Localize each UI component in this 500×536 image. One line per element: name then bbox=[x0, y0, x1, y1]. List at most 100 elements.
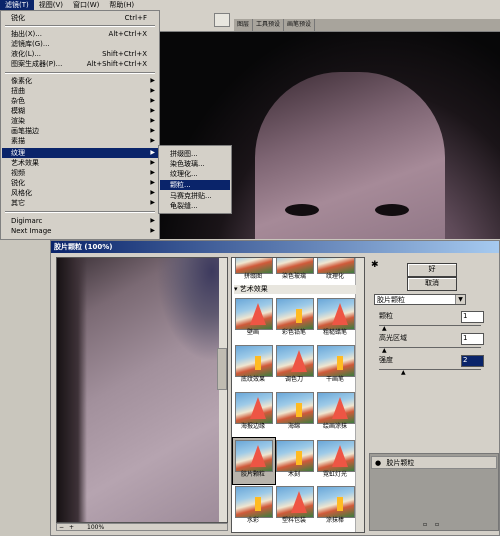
menu-item-artistic[interactable]: 艺术效果 ▶ bbox=[2, 158, 158, 168]
preview-scroll-thumb[interactable] bbox=[217, 348, 227, 390]
thumb-label: 海报边缘 bbox=[240, 423, 265, 430]
palette-toggle-button[interactable] bbox=[214, 13, 230, 27]
thumb-palette-knife[interactable] bbox=[276, 345, 314, 377]
intensity-slider[interactable] bbox=[379, 369, 481, 370]
zoom-bar: − + 100% bbox=[56, 523, 228, 531]
thumb-fresco[interactable] bbox=[235, 298, 273, 330]
thumb-label: 木刻 bbox=[287, 471, 300, 478]
intensity-slider-knob[interactable]: ▲ bbox=[401, 370, 406, 376]
submenu-item-patchwork[interactable]: 拼缀图... bbox=[160, 149, 230, 159]
highlight-area-slider-knob[interactable]: ▲ bbox=[382, 348, 387, 354]
menu-item-video[interactable]: 视频 ▶ bbox=[2, 168, 158, 178]
menu-item-noise[interactable]: 杂色 ▶ bbox=[2, 96, 158, 106]
tab-tool-presets[interactable]: 工具预设 bbox=[253, 19, 285, 31]
filter-select-value: 胶片颗粒 bbox=[377, 296, 405, 304]
menu-item-stylize[interactable]: 风格化 ▶ bbox=[2, 188, 158, 198]
thumb-label: 粗糙蜡笔 bbox=[322, 329, 347, 336]
menu-item-extract[interactable]: 抽出(X)... Alt+Ctrl+X bbox=[2, 29, 158, 39]
menu-item-distort[interactable]: 扭曲 ▶ bbox=[2, 86, 158, 96]
thumb-smudge-stick[interactable] bbox=[317, 486, 355, 518]
texture-submenu: 拼缀图... 染色玻璃... 纹理化... 颗粒... 马赛克拼贴... 龟裂缝… bbox=[158, 145, 232, 214]
thumb-film-grain[interactable] bbox=[235, 440, 273, 472]
eye-icon[interactable]: ● bbox=[372, 459, 384, 467]
thumb-cutout[interactable] bbox=[276, 440, 314, 472]
zoom-out-button[interactable]: − bbox=[59, 524, 64, 531]
menu-item-render[interactable]: 渲染 ▶ bbox=[2, 116, 158, 126]
menu-filter[interactable]: 滤镜(T) bbox=[0, 0, 34, 10]
menu-item-other[interactable]: 其它 ▶ bbox=[2, 198, 158, 208]
zoom-in-button[interactable]: + bbox=[69, 524, 74, 531]
ok-button[interactable]: 好 bbox=[407, 263, 457, 277]
thumb-poster-edges[interactable] bbox=[235, 392, 273, 424]
menu-item-label: 抽出(X)... bbox=[11, 30, 42, 38]
menu-item-digimarc[interactable]: Digimarc ▶ bbox=[2, 216, 158, 226]
thumb-sponge[interactable] bbox=[276, 392, 314, 424]
thumb-stained-glass[interactable] bbox=[276, 258, 314, 274]
preview-scrollbar[interactable] bbox=[217, 258, 227, 522]
submenu-arrow-icon: ▶ bbox=[150, 117, 155, 124]
thumb-watercolor[interactable] bbox=[235, 486, 273, 518]
menu-item-blur[interactable]: 模糊 ▶ bbox=[2, 106, 158, 116]
thumb-plastic-wrap[interactable] bbox=[276, 486, 314, 518]
highlight-area-value-input[interactable]: 1 bbox=[461, 333, 484, 345]
menu-item-label: 龟裂缝... bbox=[170, 202, 198, 210]
thumb-dry-brush[interactable] bbox=[317, 345, 355, 377]
thumb-patchwork[interactable] bbox=[235, 258, 273, 274]
menu-item-sharpen[interactable]: 锐化 ▶ bbox=[2, 178, 158, 188]
submenu-item-craquelure[interactable]: 龟裂缝... bbox=[160, 201, 230, 211]
submenu-arrow-icon: ▶ bbox=[150, 189, 155, 196]
grain-value-input[interactable]: 1 bbox=[461, 311, 484, 323]
category-header-artistic[interactable]: ▾ 艺术效果 bbox=[234, 285, 356, 294]
submenu-arrow-icon: ▶ bbox=[150, 199, 155, 206]
tab-layers[interactable]: 图层 bbox=[234, 19, 254, 31]
menu-window[interactable]: 窗口(W) bbox=[68, 0, 104, 10]
thumb-colored-pencil[interactable] bbox=[276, 298, 314, 330]
menu-item-last-filter[interactable]: 锐化 Ctrl+F bbox=[2, 13, 158, 23]
gallery-scrollbar[interactable] bbox=[355, 258, 364, 532]
menu-item-liquify[interactable]: 液化(L)... Shift+Ctrl+X bbox=[2, 49, 158, 59]
chevron-down-icon[interactable]: ▼ bbox=[455, 295, 465, 304]
menu-item-label: 纹理化... bbox=[170, 170, 198, 178]
thumb-underpainting[interactable] bbox=[235, 345, 273, 377]
grain-slider[interactable] bbox=[379, 325, 481, 326]
menu-view[interactable]: 视图(V) bbox=[34, 0, 68, 10]
thumb-rough-pastels[interactable] bbox=[317, 298, 355, 330]
menu-item-label: 颗粒... bbox=[170, 181, 191, 189]
menu-help[interactable]: 帮助(H) bbox=[104, 0, 139, 10]
submenu-arrow-icon: ▶ bbox=[150, 127, 155, 134]
submenu-arrow-icon: ▶ bbox=[150, 159, 155, 166]
menu-item-brush-strokes[interactable]: 画笔描边 ▶ bbox=[2, 126, 158, 136]
menu-item-pattern-maker[interactable]: 图案生成器(P)... Alt+Shift+Ctrl+X bbox=[2, 59, 158, 69]
new-effect-layer-icon[interactable]: ▫ bbox=[423, 521, 427, 528]
menu-item-pixelate[interactable]: 像素化 ▶ bbox=[2, 76, 158, 86]
menu-item-label: 其它 bbox=[11, 199, 25, 207]
highlight-area-slider[interactable] bbox=[379, 347, 481, 348]
thumb-paint-daubs[interactable] bbox=[317, 392, 355, 424]
grain-slider-knob[interactable]: ▲ bbox=[382, 326, 387, 332]
preview-pane[interactable] bbox=[56, 257, 228, 523]
menu-item-sketch[interactable]: 素描 ▶ bbox=[2, 136, 158, 146]
thumb-label: 水彩 bbox=[246, 517, 259, 524]
zoom-level[interactable]: 100% bbox=[87, 524, 104, 531]
menu-item-label: 风格化 bbox=[11, 189, 32, 197]
submenu-item-mosaic-tiles[interactable]: 马赛克拼贴... bbox=[160, 191, 230, 201]
submenu-item-grain[interactable]: 颗粒... bbox=[160, 180, 230, 190]
menu-item-texture[interactable]: 纹理 ▶ bbox=[2, 148, 158, 158]
thumb-texturizer[interactable] bbox=[317, 258, 355, 274]
menu-item-label: 滤镜库(G)... bbox=[11, 40, 50, 48]
filter-select[interactable]: 胶片颗粒 ▼ bbox=[374, 294, 466, 305]
thumb-neon-glow[interactable] bbox=[317, 440, 355, 472]
menu-item-filter-gallery[interactable]: 滤镜库(G)... bbox=[2, 39, 158, 49]
cancel-button[interactable]: 取消 bbox=[407, 277, 457, 291]
menu-item-label: 模糊 bbox=[11, 107, 25, 115]
intensity-value-input[interactable]: 2 bbox=[461, 355, 484, 367]
effect-layer-row[interactable]: ● 胶片颗粒 bbox=[371, 456, 497, 469]
collapse-gallery-icon[interactable]: ✱ bbox=[371, 260, 379, 270]
tab-brush-presets[interactable]: 画笔预设 bbox=[284, 19, 316, 31]
dialog-titlebar[interactable]: 胶片颗粒 (100%) bbox=[51, 241, 499, 253]
submenu-item-texturizer[interactable]: 纹理化... bbox=[160, 169, 230, 179]
dialog-title: 胶片颗粒 (100%) bbox=[54, 243, 113, 251]
menu-item-next-image[interactable]: Next Image ▶ bbox=[2, 226, 158, 236]
delete-effect-layer-icon[interactable]: ▫ bbox=[435, 521, 439, 528]
submenu-item-stained-glass[interactable]: 染色玻璃... bbox=[160, 159, 230, 169]
